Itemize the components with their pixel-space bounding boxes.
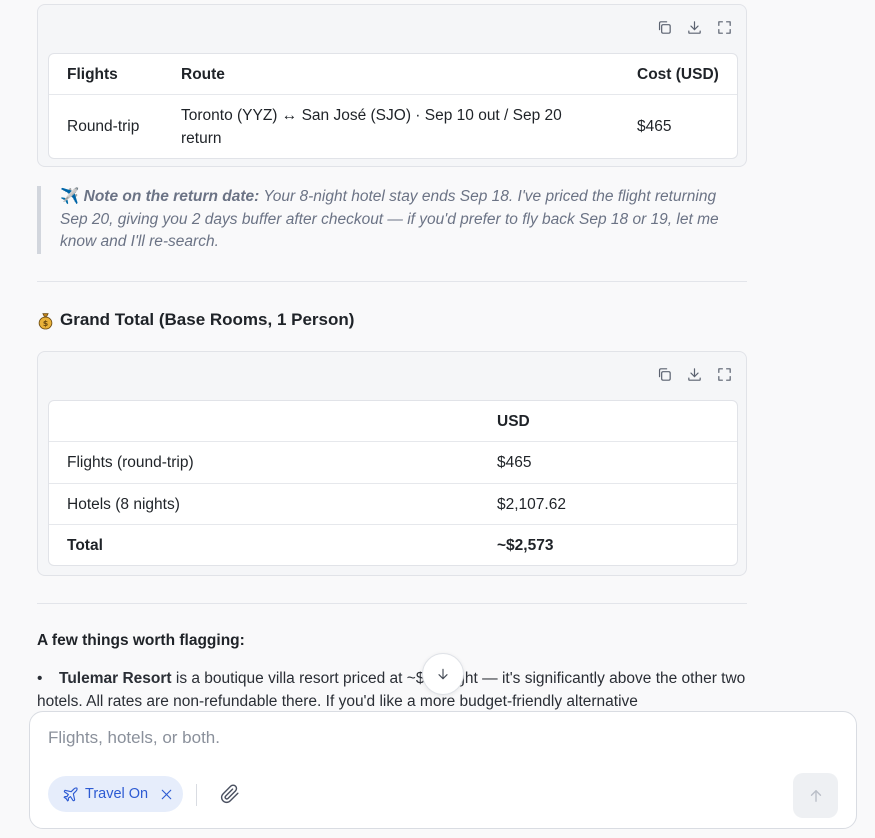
table-cell: Toronto (YYZ) ↔ San José (SJO) · Sep 10 … [163,94,619,158]
column-header: Route [181,65,225,83]
arrow-down-icon [438,668,448,680]
fullscreen-icon [717,367,731,381]
fullscreen-icon [717,20,731,34]
column-header [49,401,479,441]
copy-icon [658,20,671,34]
table-cell: Hotels (8 nights) [49,483,479,524]
table-cell: $2,107.62 [479,483,737,524]
table-toolbar [654,17,734,37]
table-cell: $465 [479,441,737,483]
airplane-emoji: ✈️ [60,188,80,205]
download-table-button[interactable] [684,17,704,37]
flights-table-card: Flights Route Cost (USD) Round-trip Toro… [37,4,747,167]
table-cell: Flights (round-trip) [49,441,479,483]
download-table-button[interactable] [684,364,704,384]
table-header-row: Flights Route Cost (USD) [49,54,737,94]
total-row: Total ~$2,573 [49,524,737,565]
grand-total-table: USD Flights (round-trip) $465 Hotels (8 … [48,400,738,566]
table-toolbar [654,364,734,384]
arrow-up-icon [810,789,821,802]
paperclip-icon [220,784,239,804]
download-icon [687,20,701,34]
toolbar-divider [196,784,197,806]
table-row: Hotels (8 nights) $2,107.62 [49,483,737,524]
list-item: • Tulemar Resort is a boutique villa reso… [37,668,752,713]
note-label: Note on the return date: [83,188,260,205]
close-icon[interactable] [158,786,175,803]
grand-total-heading-text: Grand Total (Base Rooms, 1 Person) [60,310,355,329]
column-header: USD [497,412,530,430]
table-row: Round-trip Toronto (YYZ) ↔ San José (SJO… [49,94,737,158]
table-cell: $465 [619,94,737,158]
scroll-to-bottom-button[interactable] [422,653,464,695]
svg-text:$: $ [43,319,48,328]
total-label: Total [49,524,479,565]
money-bag-icon: $ [38,312,53,329]
table-row: Flights (round-trip) $465 [49,441,737,483]
table-cell: Round-trip [49,94,163,158]
copy-icon [658,367,671,381]
send-button[interactable] [793,773,838,818]
travel-chip-label: Travel On [85,786,149,802]
hotel-name: Tulemar Resort [59,670,172,687]
airplane-icon [63,786,78,801]
divider [37,281,747,282]
bullet-dot: • [37,670,43,687]
total-value: ~$2,573 [479,524,737,565]
travel-mode-chip[interactable]: Travel On [48,776,183,812]
grand-total-heading: $ Grand Total (Base Rooms, 1 Person) [37,310,354,330]
message-composer: Travel On [29,711,857,829]
divider [37,603,747,604]
expand-table-button[interactable] [714,364,734,384]
copy-table-button[interactable] [654,364,674,384]
copy-table-button[interactable] [654,17,674,37]
download-icon [687,367,701,381]
column-header: Cost (USD) [637,65,719,83]
return-date-note: ✈️ Note on the return date: Your 8-night… [37,186,747,254]
grand-total-table-card: USD Flights (round-trip) $465 Hotels (8 … [37,351,747,576]
attach-file-button[interactable] [220,784,242,806]
table-header-row: USD [49,401,737,441]
column-header: Flights [67,65,118,83]
expand-table-button[interactable] [714,17,734,37]
flagging-heading: A few things worth flagging: [37,632,245,649]
flights-table: Flights Route Cost (USD) Round-trip Toro… [48,53,738,159]
message-input[interactable] [48,728,828,748]
